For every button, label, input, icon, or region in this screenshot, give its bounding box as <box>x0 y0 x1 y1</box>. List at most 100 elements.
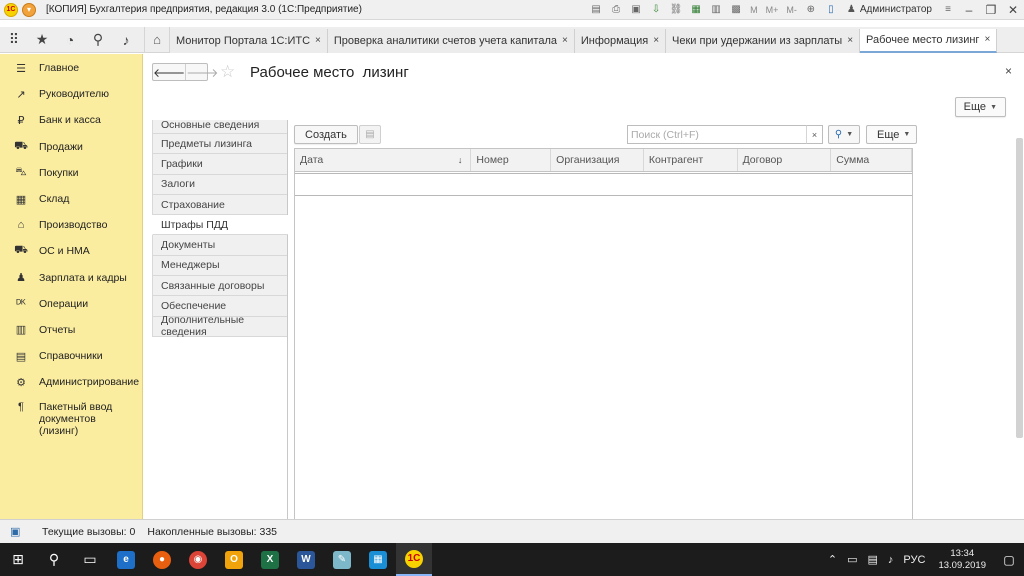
section-item-0[interactable]: Основные сведения <box>152 119 287 134</box>
section-item-8[interactable]: Связанные договоры <box>152 276 287 297</box>
close-tab-icon[interactable]: × <box>984 34 990 45</box>
excel-icon[interactable]: X <box>252 543 288 576</box>
section-item-2[interactable]: Графики <box>152 154 287 175</box>
volume-icon[interactable]: ♪ <box>888 554 894 566</box>
tab-0[interactable]: Монитор Портала 1С:ИТС × <box>170 28 328 53</box>
word-icon[interactable]: W <box>288 543 324 576</box>
print-preview-icon[interactable]: ▤ <box>588 3 604 17</box>
table-row[interactable] <box>295 173 912 196</box>
close-tab-icon[interactable]: × <box>653 35 659 46</box>
column-header-3[interactable]: Контрагент <box>644 149 738 171</box>
favorites-star-icon[interactable]: ★ <box>28 27 56 53</box>
store-icon[interactable]: ▦ <box>360 543 396 576</box>
form-more-button[interactable]: Еще ▼ <box>954 97 1006 117</box>
section-item-5[interactable]: Штрафы ПДД <box>152 215 288 236</box>
restore-button[interactable]: ❐ <box>980 0 1002 20</box>
onec-app-icon[interactable]: 1С <box>396 543 432 576</box>
user-menu[interactable]: ♟ Администратор <box>847 4 932 15</box>
search-input[interactable]: Поиск (Ctrl+F) <box>627 125 823 144</box>
notifications-icon[interactable]: ▢ <box>994 543 1024 576</box>
close-form-button[interactable]: × <box>1005 64 1012 78</box>
notes-icon[interactable]: ✎ <box>324 543 360 576</box>
sidebar-item-1[interactable]: ↗ Руководителю <box>0 81 142 107</box>
sidebar-item-8[interactable]: ♟ Зарплата и кадры <box>0 265 142 291</box>
column-header-0[interactable]: Дата ↓ <box>295 149 472 171</box>
memory-button[interactable]: M <box>748 3 760 17</box>
section-item-6[interactable]: Документы <box>152 235 287 256</box>
section-item-4[interactable]: Страхование <box>152 194 287 216</box>
windows-start-icon[interactable]: ⊞ <box>0 543 36 576</box>
home-icon[interactable]: ⌂ <box>144 26 170 53</box>
sidebar-item-5[interactable]: ▦ Склад <box>0 186 142 212</box>
memory-minus-button[interactable]: M- <box>784 3 799 17</box>
column-header-1[interactable]: Номер <box>471 149 552 171</box>
close-tab-icon[interactable]: × <box>847 35 853 46</box>
section-item-10[interactable]: Дополнительные сведения <box>152 314 287 338</box>
sidebar-item-label: Справочники <box>39 350 103 363</box>
link-icon[interactable]: ⛓ <box>668 3 684 17</box>
close-tab-icon[interactable]: × <box>562 35 568 46</box>
history-icon[interactable]: ◔ <box>56 27 84 53</box>
list-icon: ☰ <box>16 62 26 75</box>
calculator-icon[interactable]: ▩ <box>728 3 744 17</box>
sidebar-item-2[interactable]: ₽ Банк и касса <box>0 107 142 133</box>
zoom-icon[interactable]: ⊕ <box>803 3 819 17</box>
sidebar-item-12[interactable]: ⚙ Администрирование <box>0 369 142 395</box>
vertical-scrollbar[interactable] <box>1016 120 1024 519</box>
tab-4[interactable]: Рабочее место лизинг × <box>860 28 998 53</box>
close-tab-icon[interactable]: × <box>315 35 321 46</box>
main-menu-button[interactable]: ▾ <box>22 2 36 17</box>
print-icon[interactable]: ⎙ <box>608 3 624 17</box>
section-item-7[interactable]: Менеджеры <box>152 255 287 277</box>
copy-icon[interactable]: ▤ <box>359 125 381 144</box>
sidebar-item-4[interactable]: ⛍ Покупки <box>0 160 142 186</box>
scrollbar-thumb[interactable] <box>1016 138 1023 438</box>
tab-2[interactable]: Информация × <box>574 28 667 53</box>
sidebar-item-6[interactable]: ⌂ Производство <box>0 212 142 238</box>
search-clear-button[interactable]: × <box>806 125 823 144</box>
search-icon[interactable]: ⚲ <box>84 27 112 53</box>
close-window-button[interactable]: ✕ <box>1002 0 1024 20</box>
search-button[interactable]: ⚲ ▼ <box>828 125 860 144</box>
memory-plus-button[interactable]: M+ <box>764 3 781 17</box>
tab-1[interactable]: Проверка аналитики счетов учета капитала… <box>327 28 575 53</box>
chevron-up-icon[interactable]: ⌃ <box>828 553 837 566</box>
grid-menu-icon[interactable]: ⠿ <box>0 27 28 53</box>
forward-arrow-icon[interactable]: 🡒 <box>185 64 218 80</box>
favorite-star-icon[interactable]: ☆ <box>220 62 235 82</box>
section-item-3[interactable]: Залоги <box>152 174 287 195</box>
clock[interactable]: 13:34 13.09.2019 <box>938 548 986 572</box>
edge-browser-icon[interactable]: e <box>108 543 144 576</box>
search-icon[interactable]: ⚲ <box>36 543 72 576</box>
sidebar-item-3[interactable]: ⛟ Продажи <box>0 134 142 160</box>
task-view-icon[interactable]: ▭ <box>72 543 108 576</box>
chrome-icon[interactable]: ◉ <box>180 543 216 576</box>
sidebar-item-9[interactable]: ᴰᴷ Операции <box>0 291 142 317</box>
outlook-icon[interactable]: O <box>216 543 252 576</box>
tab-3[interactable]: Чеки при удержании из зарплаты × <box>666 28 861 53</box>
battery-icon[interactable]: ▭ <box>847 553 857 566</box>
info-icon[interactable]: ▯ <box>823 3 839 17</box>
sidebar-item-11[interactable]: ▤ Справочники <box>0 343 142 369</box>
sidebar-item-7[interactable]: ⛟ ОС и НМА <box>0 238 142 264</box>
calendar-icon[interactable]: ▥ <box>708 3 724 17</box>
sidebar-item-13[interactable]: ¶ Пакетный ввод документов (лизинг) <box>0 395 142 437</box>
download-icon[interactable]: ⇩ <box>648 3 664 17</box>
section-item-1[interactable]: Предметы лизинга <box>152 134 287 155</box>
minimize-button[interactable]: – <box>958 0 980 20</box>
list-more-button[interactable]: Еще ▼ <box>866 125 918 144</box>
back-arrow-icon[interactable]: 🡐 <box>153 64 185 80</box>
bell-icon[interactable]: ♪ <box>112 27 140 53</box>
sidebar-item-10[interactable]: ▥ Отчеты <box>0 317 142 343</box>
save-icon[interactable]: ▣ <box>628 3 644 17</box>
spreadsheet-icon[interactable]: ▦ <box>688 3 704 17</box>
column-header-5[interactable]: Сумма <box>831 149 913 171</box>
settings-menu-icon[interactable]: ≡ <box>940 3 956 17</box>
network-icon[interactable]: ▤ <box>868 553 878 566</box>
column-header-4[interactable]: Договор <box>738 149 832 171</box>
column-header-2[interactable]: Организация <box>551 149 644 171</box>
create-button[interactable]: Создать <box>294 125 358 144</box>
language-indicator[interactable]: РУС <box>903 554 925 566</box>
sidebar-item-0[interactable]: ☰ Главное <box>0 55 142 81</box>
firefox-icon[interactable]: ● <box>144 543 180 576</box>
